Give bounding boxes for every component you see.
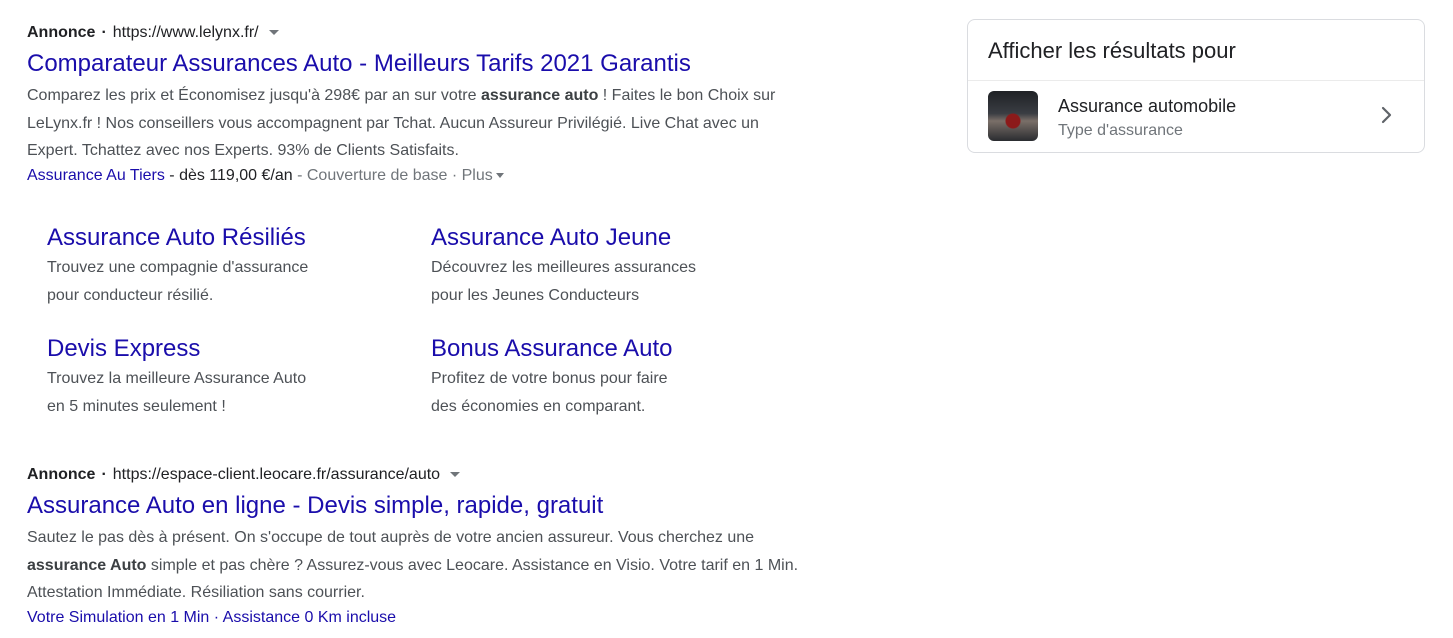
ad-extension: Assurance Au Tiers - dès 119,00 €/an - C… — [27, 165, 807, 187]
sitelink-desc: Trouvez la meilleure Assurance Auto — [47, 370, 307, 387]
ad-label: Annonce — [27, 24, 96, 41]
thumbnail-image — [988, 91, 1038, 141]
separator-dot: · — [101, 466, 107, 483]
panel-item-assurance-automobile[interactable]: Assurance automobile Type d'assurance — [968, 81, 1424, 153]
sitelink: Assurance Auto Jeune Découvrez les meill… — [431, 222, 771, 309]
ad-result-lelynx: Annonce · https://www.lelynx.fr/ Comparate… — [27, 22, 807, 187]
results-for-panel: Afficher les résultats pour Assurance au… — [967, 19, 1425, 153]
item-type: Type d'assurance — [1058, 122, 1183, 139]
ad-extension: Votre Simulation en 1 Min · Assistance 0… — [27, 607, 807, 629]
caret-down-icon[interactable] — [495, 172, 504, 178]
sitelink-title[interactable]: Bonus Assurance Auto — [431, 333, 771, 365]
sitelink-desc: des économies en comparant. — [431, 397, 646, 415]
ad-url[interactable]: https://www.lelynx.fr/ — [113, 24, 259, 41]
sitelink-desc: Profitez de votre bonus pour faire — [431, 370, 668, 387]
ad-label: Annonce — [27, 466, 96, 483]
chevron-right-icon[interactable] — [1380, 105, 1394, 125]
ad-title-link[interactable]: Comparateur Assurances Auto - Meilleurs … — [27, 48, 807, 80]
panel-title: Afficher les résultats pour — [988, 38, 1236, 63]
ad-url[interactable]: https://espace-client.leocare.fr/assuran… — [113, 466, 440, 483]
item-name: Assurance automobile — [1058, 96, 1237, 116]
separator-dot: · — [101, 24, 107, 41]
sitelink-title[interactable]: Devis Express — [47, 333, 387, 365]
sitelink-desc: en 5 minutes seulement ! — [47, 397, 226, 415]
caret-down-icon[interactable] — [450, 472, 461, 478]
ext-link-assistance[interactable]: Assistance 0 Km incluse — [223, 609, 396, 626]
ext-more[interactable]: - Couverture de base · Plus — [293, 167, 493, 184]
desc-text: Comparez les prix et Économisez jusqu'à … — [27, 87, 481, 104]
ad-title-link[interactable]: Assurance Auto en ligne - Devis simple, … — [27, 490, 807, 522]
ext-separator: · — [209, 608, 223, 626]
desc-text: Sautez le pas dès à présent. On s'occupe… — [27, 529, 755, 546]
sitelink-desc: Découvrez les meilleures assurances — [431, 259, 696, 276]
sitelink-desc: pour les Jeunes Conducteurs — [431, 286, 640, 304]
sitelink-title[interactable]: Assurance Auto Résiliés — [47, 222, 387, 254]
desc-bold: assurance Auto — [27, 556, 147, 574]
sitelink-desc: Trouvez une compagnie d'assurance — [47, 259, 309, 276]
ad-header: Annonce · https://espace-client.leocare.fr… — [27, 464, 807, 486]
sitelink: Devis Express Trouvez la meilleure Assur… — [47, 333, 387, 420]
ad-description: Sautez le pas dès à présent. On s'occupe… — [27, 524, 807, 607]
ext-price: - dès 119,00 €/an — [164, 166, 293, 184]
ext-link-tiers[interactable]: Assurance Au Tiers — [27, 167, 165, 184]
ad-result-leocare: Annonce · https://espace-client.leocare.fr… — [27, 464, 807, 629]
sitelink: Assurance Auto Résiliés Trouvez une comp… — [47, 222, 387, 309]
desc-bold: assurance auto — [480, 87, 599, 104]
ext-link-simulation[interactable]: Votre Simulation en 1 Min — [27, 609, 209, 626]
sitelink-title[interactable]: Assurance Auto Jeune — [431, 222, 771, 254]
sitelink-desc: pour conducteur résilié. — [47, 286, 214, 304]
caret-down-icon[interactable] — [268, 30, 279, 36]
sitelink: Bonus Assurance Auto Profitez de votre b… — [431, 333, 771, 420]
ad-header: Annonce · https://www.lelynx.fr/ — [27, 22, 807, 44]
ad-description: Comparez les prix et Économisez jusqu'à … — [27, 82, 807, 165]
